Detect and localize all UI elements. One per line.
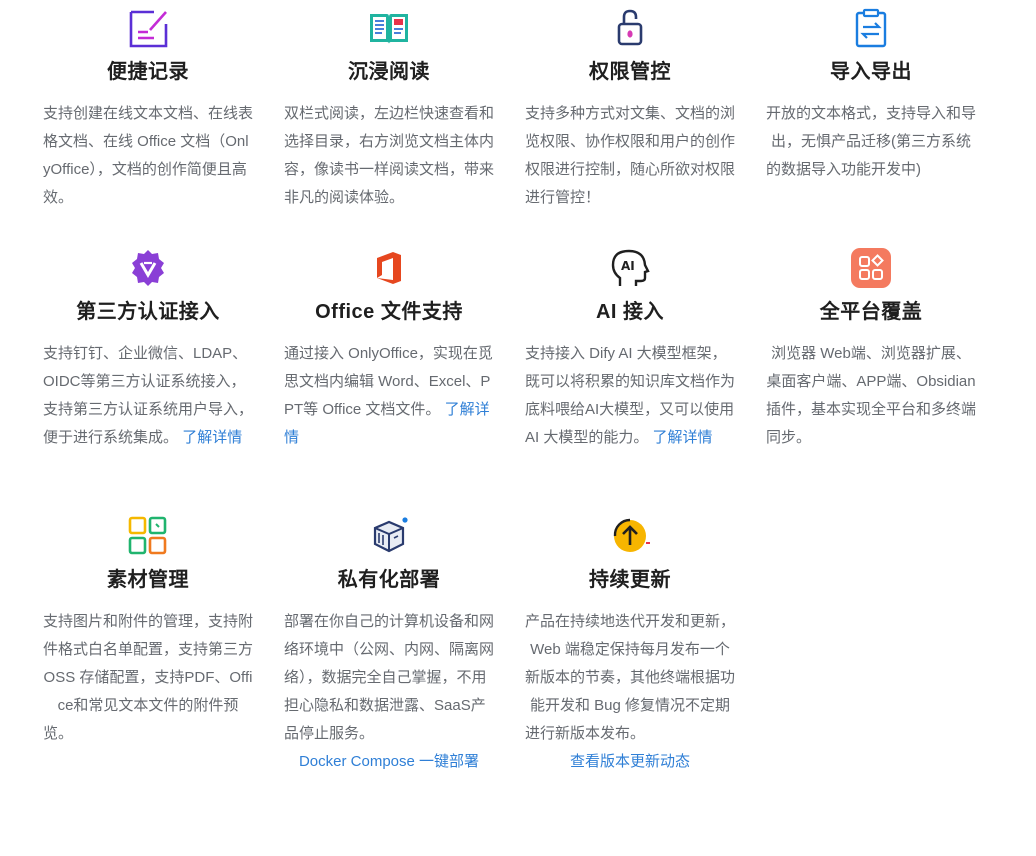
feature-title: 私有化部署: [337, 569, 441, 591]
feature-card-material: 素材管理 支持图片和附件的管理，支持附件格式白名单配置，支持第三方 OSS 存储…: [35, 514, 261, 748]
feature-desc: 支持多种方式对文集、文档的浏览权限、协作权限和用户的创作权限进行控制，随心所欲对…: [525, 105, 736, 206]
feature-card-all-platform: 全平台覆盖 浏览器 Web端、浏览器扩展、桌面客户端、APP端、Obsidian…: [758, 246, 984, 452]
feature-title: 权限管控: [589, 61, 671, 83]
learn-more-link[interactable]: 了解详情: [182, 429, 242, 446]
feature-card-office-support: Office 文件支持 通过接入 OnlyOffice，实现在觅思文档内编辑 W…: [276, 246, 502, 452]
feature-title: 第三方认证接入: [76, 301, 220, 323]
open-book-icon: [370, 14, 408, 44]
feature-title: 持续更新: [589, 569, 671, 591]
feature-desc: 通过接入 OnlyOffice，实现在觅思文档内编辑 Word、Excel、PP…: [284, 345, 493, 446]
feature-desc: 产品在持续地迭代开发和更新，Web 端稳定保持每月发布一个新版本的节奏，其他终端…: [525, 613, 736, 742]
apps-grid-icon: [851, 248, 891, 288]
lock-icon: [617, 9, 643, 46]
feature-card-ai: AI AI 接入 支持接入 Dify AI 大模型框架，既可以将积累的知识库文档…: [517, 246, 743, 452]
feature-desc: 部署在你自己的计算机设备和网络环境中（公网、内网、隔离网络），数据完全自己掌握，…: [284, 613, 495, 742]
feature-title: 沉浸阅读: [348, 61, 430, 83]
feature-title: 素材管理: [107, 569, 189, 591]
feature-desc: 支持创建在线文本文档、在线表格文档、在线 Office 文档（OnlyOffic…: [43, 105, 254, 206]
verified-badge-icon: [132, 250, 164, 286]
feature-card-import-export: 导入导出 开放的文本格式，支持导入和导出，无惧产品迁移(第三方系统的数据导入功能…: [758, 6, 984, 184]
feature-desc: 支持图片和附件的管理，支持附件格式白名单配置，支持第三方 OSS 存储配置，支持…: [43, 613, 254, 742]
feature-card-continuous-update: 持续更新 产品在持续地迭代开发和更新，Web 端稳定保持每月发布一个新版本的节奏…: [517, 514, 743, 776]
feature-title: 导入导出: [830, 61, 912, 83]
feature-card-permission: 权限管控 支持多种方式对文集、文档的浏览权限、协作权限和用户的创作权限进行控制，…: [517, 6, 743, 212]
feature-title: Office 文件支持: [315, 301, 463, 323]
release-notes-link[interactable]: 查看版本更新动态: [517, 748, 743, 776]
docker-compose-link[interactable]: Docker Compose 一键部署: [276, 748, 502, 776]
note-edit-icon: [129, 10, 168, 48]
arrow-up-circle-icon: [613, 518, 650, 552]
feature-card-third-party-auth: 第三方认证接入 支持钉钉、企业微信、LDAP、OIDC等第三方认证系统接入，支持…: [35, 246, 261, 452]
feature-card-quick-record: 便捷记录 支持创建在线文本文档、在线表格文档、在线 Office 文档（Only…: [35, 6, 261, 212]
feature-desc: 支持接入 Dify AI 大模型框架，既可以将积累的知识库文档作为底料喂给AI大…: [525, 345, 736, 446]
learn-more-link[interactable]: 了解详情: [653, 429, 713, 446]
feature-title: AI 接入: [595, 301, 665, 323]
feature-title: 便捷记录: [107, 61, 189, 83]
material-grid-icon: [128, 516, 167, 555]
cube-deploy-icon: [373, 517, 408, 553]
feature-desc: 双栏式阅读，左边栏快速查看和选择目录，右方浏览文档主体内容，像读书一样阅读文档，…: [284, 105, 495, 206]
ai-head-icon: AI: [611, 249, 650, 286]
svg-text:AI: AI: [621, 259, 635, 273]
feature-card-immersive-reading: 沉浸阅读 双栏式阅读，左边栏快速查看和选择目录，右方浏览文档主体内容，像读书一样…: [276, 6, 502, 212]
import-export-icon: [855, 8, 887, 48]
feature-desc: 支持钉钉、企业微信、LDAP、OIDC等第三方认证系统接入，支持第三方认证系统用…: [43, 345, 254, 446]
feature-card-private-deploy: 私有化部署 部署在你自己的计算机设备和网络环境中（公网、内网、隔离网络），数据完…: [276, 514, 502, 776]
feature-desc: 开放的文本格式，支持导入和导出，无惧产品迁移(第三方系统的数据导入功能开发中): [766, 105, 977, 178]
office-icon: [377, 252, 401, 284]
feature-title: 全平台覆盖: [819, 301, 923, 323]
feature-desc: 浏览器 Web端、浏览器扩展、桌面客户端、APP端、Obsidian 插件，基本…: [766, 345, 977, 446]
